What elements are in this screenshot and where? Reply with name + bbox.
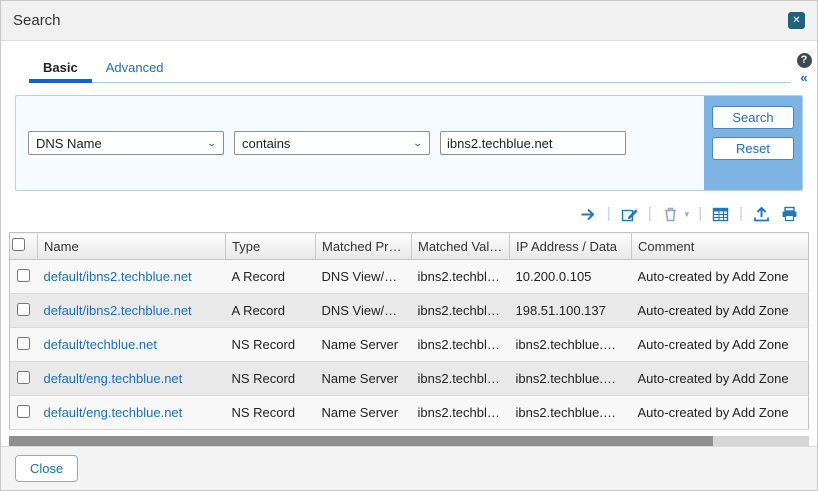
delete-dropdown-icon[interactable]: ▾	[685, 209, 690, 220]
cell-matched-value: ibns2.techblue.…	[412, 396, 510, 430]
record-link[interactable]: default/eng.techblue.net	[44, 371, 183, 386]
field-select[interactable]: DNS Name ⌄	[28, 131, 224, 155]
toolbar-separator: |	[607, 205, 611, 223]
row-checkbox[interactable]	[17, 303, 30, 316]
record-link[interactable]: default/techblue.net	[44, 337, 157, 352]
table-row[interactable]: default/eng.techblue.net NS Record Name …	[10, 396, 809, 430]
side-icon-column: ? «	[794, 53, 814, 84]
horizontal-scrollbar-thumb[interactable]	[9, 436, 713, 446]
chevron-down-icon: ⌄	[413, 138, 424, 149]
select-all-header[interactable]	[10, 233, 38, 260]
toolbar-separator: |	[739, 205, 743, 223]
search-button[interactable]: Search	[712, 106, 794, 129]
table-row[interactable]: default/techblue.net NS Record Name Serv…	[10, 328, 809, 362]
table-row[interactable]: default/ibns2.techblue.net A Record DNS …	[10, 260, 809, 294]
dialog-titlebar: Search ✕	[1, 1, 817, 41]
cell-type: NS Record	[226, 328, 316, 362]
table-row[interactable]: default/ibns2.techblue.net A Record DNS …	[10, 294, 809, 328]
tab-bar: Basic Advanced	[29, 53, 791, 83]
cell-comment: Auto-created by Add Zone	[632, 260, 809, 294]
operator-select[interactable]: contains ⌄	[234, 131, 430, 155]
search-value-input[interactable]	[440, 131, 626, 155]
column-header-comment[interactable]: Comment	[632, 233, 809, 260]
toolbar-separator: |	[698, 205, 702, 223]
column-header-type[interactable]: Type	[226, 233, 316, 260]
dialog-title: Search	[13, 12, 61, 29]
results-table: Name Type Matched Pr… Matched Value IP A…	[9, 232, 809, 430]
table-header-row: Name Type Matched Pr… Matched Value IP A…	[10, 233, 809, 260]
cell-matched-property: Name Server	[316, 328, 412, 362]
cell-matched-property: DNS View/…	[316, 260, 412, 294]
row-checkbox[interactable]	[17, 337, 30, 350]
tab-basic[interactable]: Basic	[29, 53, 92, 82]
cell-matched-property: Name Server	[316, 396, 412, 430]
cell-type: A Record	[226, 294, 316, 328]
cell-matched-property: DNS View/…	[316, 294, 412, 328]
cell-type: A Record	[226, 260, 316, 294]
cell-matched-value: ibns2.techblue.…	[412, 294, 510, 328]
select-all-checkbox[interactable]	[12, 238, 25, 251]
results-toolbar: | | ▾ | |	[1, 204, 799, 224]
dialog-content: Basic Advanced ? « DNS Name ⌄ contains ⌄	[1, 41, 817, 446]
dialog-footer: Close	[1, 446, 817, 490]
column-header-ip-data[interactable]: IP Address / Data	[510, 233, 632, 260]
column-header-matched-value[interactable]: Matched Value	[412, 233, 510, 260]
cell-ip-data: ibns2.techblue.…	[510, 396, 632, 430]
cell-matched-value: ibns2.techblue.…	[412, 328, 510, 362]
toolbar-separator: |	[648, 205, 652, 223]
cell-comment: Auto-created by Add Zone	[632, 294, 809, 328]
export-icon[interactable]	[752, 205, 771, 224]
cell-ip-data: ibns2.techblue.…	[510, 328, 632, 362]
dialog-close-icon[interactable]: ✕	[788, 12, 805, 29]
cell-ip-data: ibns2.techblue.…	[510, 362, 632, 396]
edit-icon[interactable]	[620, 205, 639, 224]
close-button[interactable]: Close	[15, 455, 78, 482]
delete-icon[interactable]	[661, 205, 680, 224]
chevron-down-icon: ⌄	[207, 138, 218, 149]
operator-select-value: contains	[242, 136, 290, 151]
table-view-icon[interactable]	[711, 205, 730, 224]
field-select-value: DNS Name	[36, 136, 102, 151]
cell-type: NS Record	[226, 396, 316, 430]
cell-comment: Auto-created by Add Zone	[632, 362, 809, 396]
row-checkbox[interactable]	[17, 269, 30, 282]
cell-comment: Auto-created by Add Zone	[632, 328, 809, 362]
cell-type: NS Record	[226, 362, 316, 396]
table-row[interactable]: default/eng.techblue.net NS Record Name …	[10, 362, 809, 396]
cell-matched-value: ibns2.techblue.…	[412, 260, 510, 294]
column-header-matched-property[interactable]: Matched Pr…	[316, 233, 412, 260]
cell-matched-property: Name Server	[316, 362, 412, 396]
search-criteria-panel: DNS Name ⌄ contains ⌄ Search Reset	[15, 95, 803, 191]
record-link[interactable]: default/ibns2.techblue.net	[44, 269, 192, 284]
search-dialog: Search ✕ Basic Advanced ? « DNS Name ⌄ c…	[0, 0, 818, 491]
goto-icon[interactable]	[579, 205, 598, 224]
cell-comment: Auto-created by Add Zone	[632, 396, 809, 430]
help-icon[interactable]: ?	[797, 53, 812, 68]
row-checkbox[interactable]	[17, 405, 30, 418]
search-button-panel: Search Reset	[704, 96, 802, 190]
record-link[interactable]: default/ibns2.techblue.net	[44, 303, 192, 318]
collapse-icon[interactable]: «	[800, 71, 807, 84]
reset-button[interactable]: Reset	[712, 137, 794, 160]
horizontal-scrollbar-track[interactable]	[9, 436, 809, 446]
cell-ip-data: 198.51.100.137	[510, 294, 632, 328]
row-checkbox[interactable]	[17, 371, 30, 384]
search-controls: DNS Name ⌄ contains ⌄	[28, 131, 626, 155]
column-header-name[interactable]: Name	[38, 233, 226, 260]
cell-matched-value: ibns2.techblue.…	[412, 362, 510, 396]
record-link[interactable]: default/eng.techblue.net	[44, 405, 183, 420]
print-icon[interactable]	[780, 205, 799, 224]
cell-ip-data: 10.200.0.105	[510, 260, 632, 294]
tab-advanced[interactable]: Advanced	[92, 53, 178, 82]
